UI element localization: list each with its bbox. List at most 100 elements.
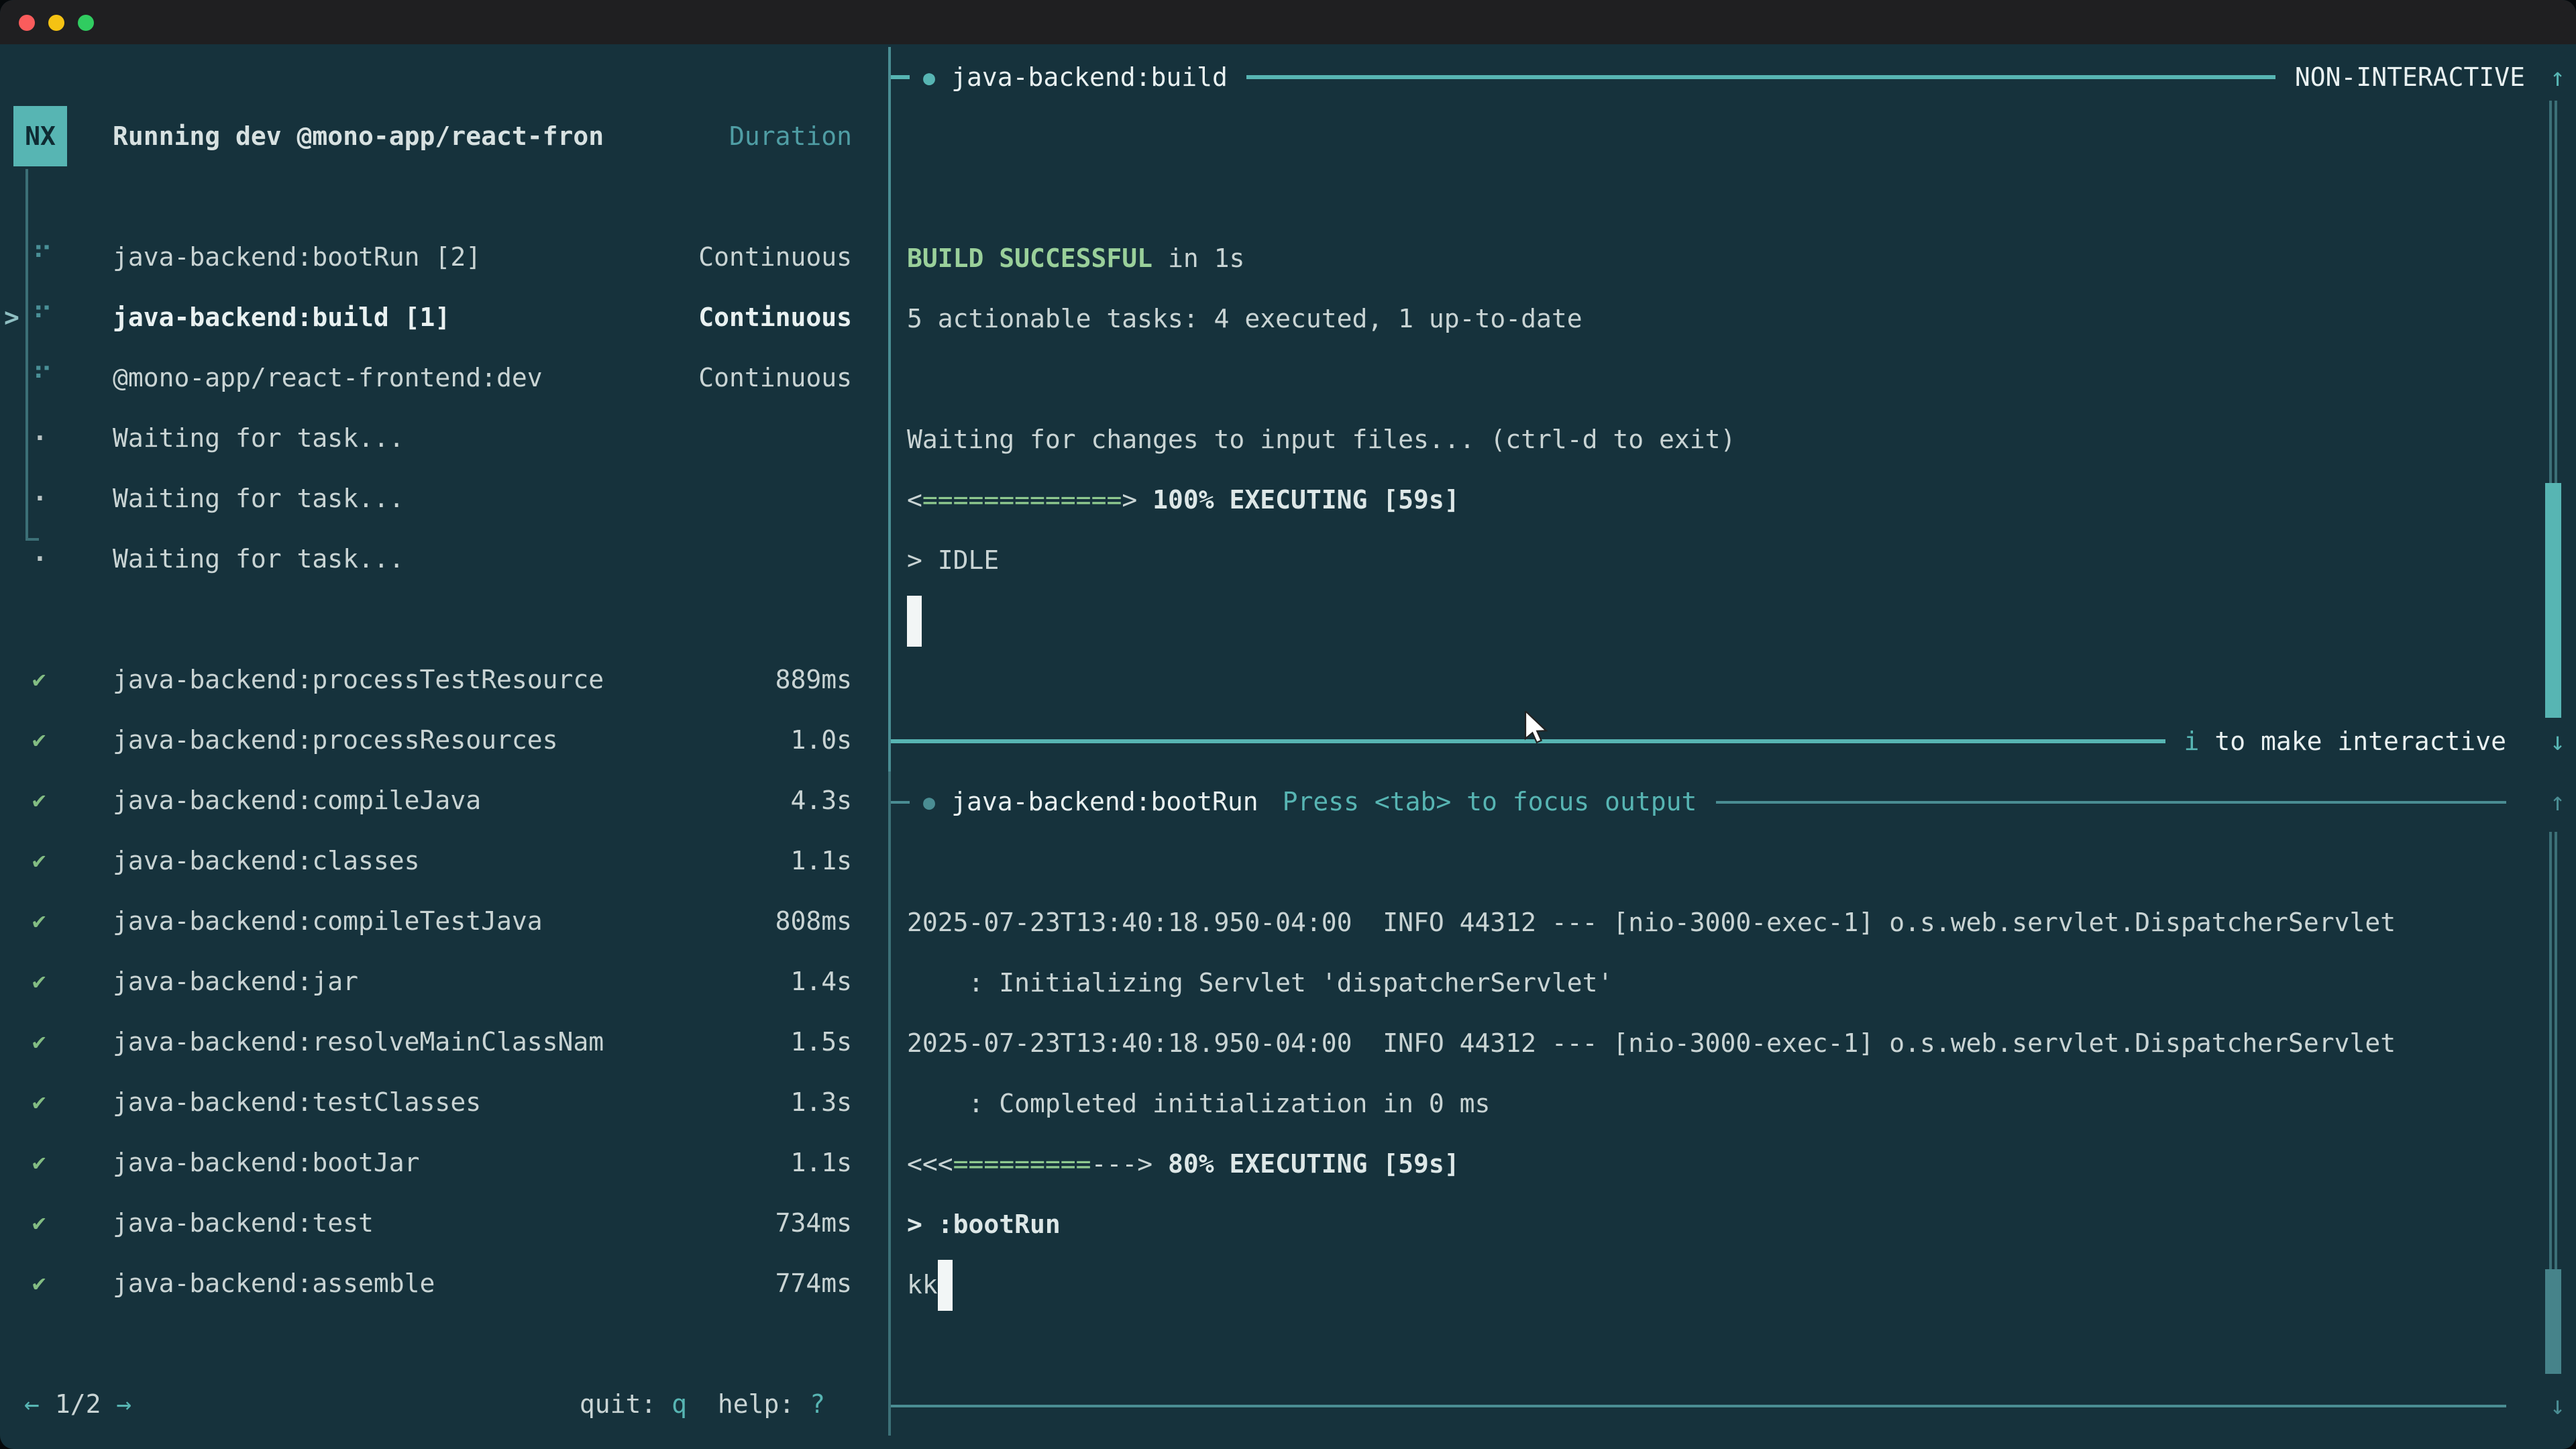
terminal-cursor — [907, 595, 922, 646]
progress-bar-fill: ========= — [953, 1149, 1091, 1179]
blank-line — [907, 651, 2565, 711]
task-status: Continuous — [698, 363, 852, 392]
task-label: java-backend:bootJar — [113, 1148, 420, 1177]
scroll-down-icon[interactable]: ↓ — [2525, 1391, 2565, 1420]
check-icon: ✔ — [32, 1028, 78, 1055]
log-line: : Initializing Servlet 'dispatcherServle… — [907, 953, 2565, 1013]
pager-gap — [101, 1389, 116, 1419]
build-result-line: BUILD SUCCESSFUL in 1s — [907, 228, 2565, 288]
task-label: java-backend:classes — [113, 846, 420, 875]
gradle-progress-line: <<< ========= ---> 80% EXECUTING [59s] — [907, 1134, 2565, 1194]
task-duration: 1.4s — [790, 967, 852, 996]
waiting-label: Waiting for task... — [113, 484, 405, 513]
blank-line — [907, 168, 2565, 228]
completed-task-row[interactable]: ✔ java-backend:assemble 774ms — [0, 1253, 879, 1313]
page-indicator — [40, 1389, 55, 1419]
interactive-hint-key: i — [2184, 727, 2200, 756]
header-rule — [1246, 75, 2276, 79]
spacer-row — [0, 589, 879, 649]
waiting-dot-icon: · — [32, 484, 78, 513]
log-line: 2025-07-23T13:40:18.950-04:00 INFO 44312… — [907, 892, 2565, 953]
task-duration: 4.3s — [790, 786, 852, 815]
nx-logo: NX — [13, 106, 67, 166]
spinner-icon: ⠋ — [32, 241, 78, 273]
check-icon: ✔ — [32, 1149, 78, 1176]
scrollbar-track[interactable] — [2549, 101, 2557, 483]
border-corner — [891, 800, 910, 803]
header-rule — [1715, 800, 2506, 803]
completed-task-row[interactable]: ✔ java-backend:bootJar 1.1s — [0, 1132, 879, 1193]
quit-key: q — [672, 1389, 687, 1419]
border-corner — [891, 75, 910, 79]
task-label: java-backend:compileTestJava — [113, 906, 543, 936]
completed-task-row[interactable]: ✔ java-backend:test 734ms — [0, 1193, 879, 1253]
task-label: java-backend:processResources — [113, 725, 557, 755]
task-bullet-icon: ● — [923, 65, 935, 89]
input-line[interactable]: kk — [907, 1254, 2565, 1315]
quit-label: quit: — [580, 1389, 672, 1419]
scrollbar-thumb[interactable] — [2545, 483, 2561, 718]
bootrun-panel-body: 2025-07-23T13:40:18.950-04:00 INFO 44312… — [891, 832, 2565, 1375]
completed-task-row[interactable]: ✔ java-backend:jar 1.4s — [0, 951, 879, 1012]
scrollbar-track[interactable] — [2549, 832, 2557, 1269]
completed-task-row[interactable]: ✔ java-backend:compileTestJava 808ms — [0, 891, 879, 951]
completed-task-row[interactable]: ✔ java-backend:processTestResource 889ms — [0, 649, 879, 710]
completed-task-row[interactable]: ✔ java-backend:classes 1.1s — [0, 830, 879, 891]
current-task-text: > :bootRun — [907, 1210, 1061, 1239]
cursor-line — [907, 590, 2565, 651]
help-label: help: — [687, 1389, 810, 1419]
blank-line — [907, 1315, 2565, 1375]
build-panel-footer: i to make interactive ↓ — [891, 711, 2565, 771]
blank-line — [907, 832, 2565, 892]
page-left-icon[interactable]: ← — [24, 1389, 40, 1419]
task-label: java-backend:testClasses — [113, 1087, 481, 1117]
task-duration: 1.0s — [790, 725, 852, 755]
idle-line: > IDLE — [907, 530, 2565, 590]
scroll-down-icon[interactable]: ↓ — [2525, 727, 2565, 756]
completed-task-row[interactable]: ✔ java-backend:resolveMainClassNam 1.5s — [0, 1012, 879, 1072]
progress-remaining: ---> — [1091, 1149, 1153, 1179]
task-row-bootrun[interactable]: ⠋ java-backend:bootRun [2] Continuous — [0, 227, 879, 287]
task-duration: 774ms — [775, 1269, 852, 1298]
task-label: java-backend:bootRun [2] — [113, 242, 481, 272]
main-area: NX Running dev @mono-app/react-fron Dura… — [0, 44, 2576, 1449]
page-number: 1/2 — [55, 1389, 101, 1419]
bootrun-panel-footer: ↓ — [891, 1375, 2565, 1436]
task-row-build-selected[interactable]: > ⠋ java-backend:build [1] Continuous — [0, 287, 879, 347]
completed-task-row[interactable]: ✔ java-backend:processResources 1.0s — [0, 710, 879, 770]
minimize-button[interactable] — [48, 14, 64, 30]
completed-task-row[interactable]: ✔ java-backend:testClasses 1.3s — [0, 1072, 879, 1132]
scroll-up-icon[interactable]: ↑ — [2525, 62, 2565, 92]
task-row-frontend-dev[interactable]: ⠋ @mono-app/react-frontend:dev Continuou… — [0, 347, 879, 408]
scroll-up-icon[interactable]: ↑ — [2525, 787, 2565, 816]
progress-status-text: 100% EXECUTING [59s] — [1137, 485, 1459, 515]
waiting-label: Waiting for task... — [113, 544, 405, 574]
scrollbar-thumb[interactable] — [2545, 1269, 2561, 1374]
build-time-text: in 1s — [1152, 244, 1244, 273]
close-button[interactable] — [19, 14, 35, 30]
task-label: java-backend:compileJava — [113, 786, 481, 815]
build-output-panel: ● java-backend:build NON-INTERACTIVE ↑ B… — [888, 47, 2565, 771]
check-icon: ✔ — [32, 787, 78, 814]
completed-task-row[interactable]: ✔ java-backend:compileJava 4.3s — [0, 770, 879, 830]
check-icon: ✔ — [32, 666, 78, 693]
task-tree-guide-line — [25, 169, 28, 541]
terminal-cursor — [938, 1259, 953, 1310]
waiting-changes-text: Waiting for changes to input files... (c… — [907, 425, 1735, 454]
task-duration: 889ms — [775, 665, 852, 694]
task-label: java-backend:test — [113, 1208, 374, 1238]
zoom-button[interactable] — [78, 14, 94, 30]
task-duration: 734ms — [775, 1208, 852, 1238]
task-bullet-icon: ● — [923, 790, 935, 814]
title-bar — [0, 0, 2576, 44]
log-text: : Completed initialization in 0 ms — [907, 1089, 1490, 1118]
page-right-icon[interactable]: → — [116, 1389, 131, 1419]
waiting-label: Waiting for task... — [113, 423, 405, 453]
sidebar-footer: ← 1/2 → quit: q help: ? — [0, 1374, 852, 1434]
tasks-summary-line: 5 actionable tasks: 4 executed, 1 up-to-… — [907, 288, 2565, 349]
gradle-progress-line: < ============= > 100% EXECUTING [59s] — [907, 470, 2565, 530]
pager: ← 1/2 → — [24, 1389, 131, 1419]
task-list-sidebar: NX Running dev @mono-app/react-fron Dura… — [0, 44, 879, 1449]
task-label: @mono-app/react-frontend:dev — [113, 363, 543, 392]
waiting-changes-line: Waiting for changes to input files... (c… — [907, 409, 2565, 470]
